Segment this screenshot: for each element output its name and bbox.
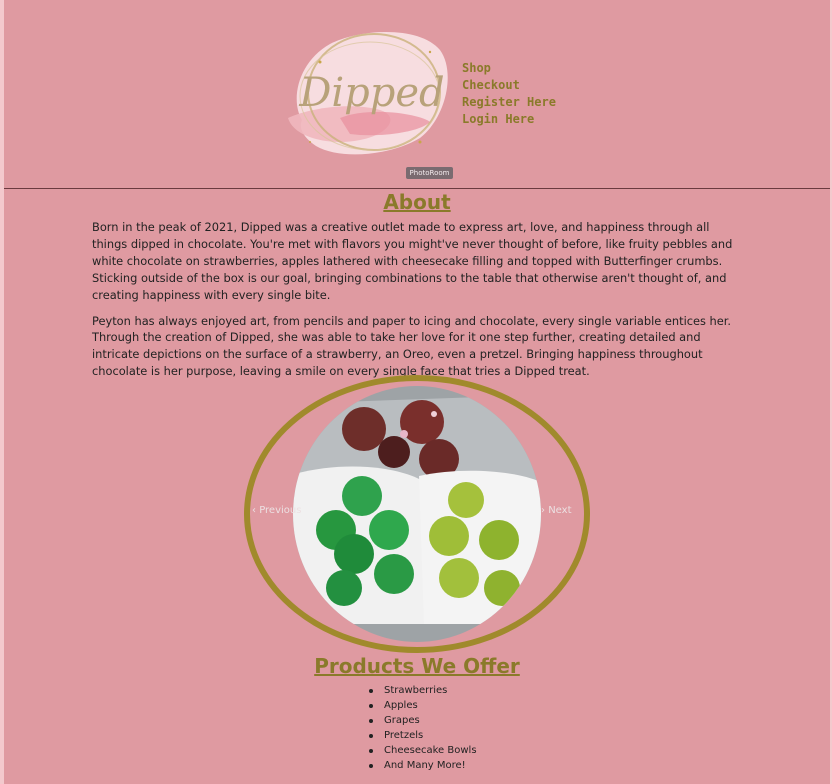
photoroom-badge-label: PhotoRoom — [409, 169, 450, 177]
carousel-previous-button[interactable]: ‹ Previous — [252, 505, 301, 516]
photoroom-badge: PhotoRoom — [406, 167, 453, 179]
product-item-pretzels: Pretzels — [369, 728, 477, 743]
main-nav: Shop Checkout Register Here Login Here — [462, 60, 556, 128]
product-item-more: And Many More! — [369, 758, 477, 773]
products-list: Strawberries Apples Grapes Pretzels Chee… — [369, 683, 477, 773]
product-item-cheesecake-bowls: Cheesecake Bowls — [369, 745, 477, 756]
nav-shop-link[interactable]: Shop — [462, 60, 556, 77]
about-paragraph-2: Peyton has always enjoyed art, from penc… — [92, 313, 732, 379]
nav-register-link[interactable]: Register Here — [462, 94, 556, 111]
product-item-grapes: Grapes — [369, 713, 477, 728]
about-heading: About — [383, 190, 451, 214]
about-paragraph-1: Born in the peak of 2021, Dipped was a c… — [92, 220, 733, 302]
products-heading: Products We Offer — [314, 654, 520, 678]
product-item-strawberries: Strawberries — [369, 683, 477, 698]
nav-checkout-link[interactable]: Checkout — [462, 77, 556, 94]
carousel-next-button[interactable]: › Next — [541, 505, 571, 516]
product-item-apples: Apples — [369, 698, 477, 713]
about-section: Born in the peak of 2021, Dipped was a c… — [92, 219, 744, 389]
site-header: Dipped PhotoRoom Shop Checkout Register … — [4, 0, 830, 189]
logo-text: Dipped — [298, 70, 444, 116]
nav-login-link[interactable]: Login Here — [462, 111, 556, 128]
carousel-next-label: Next — [548, 505, 572, 516]
dipped-logo[interactable]: Dipped — [280, 22, 454, 162]
page-frame: Dipped PhotoRoom Shop Checkout Register … — [4, 0, 830, 784]
carousel-previous-label: Previous — [259, 505, 302, 516]
